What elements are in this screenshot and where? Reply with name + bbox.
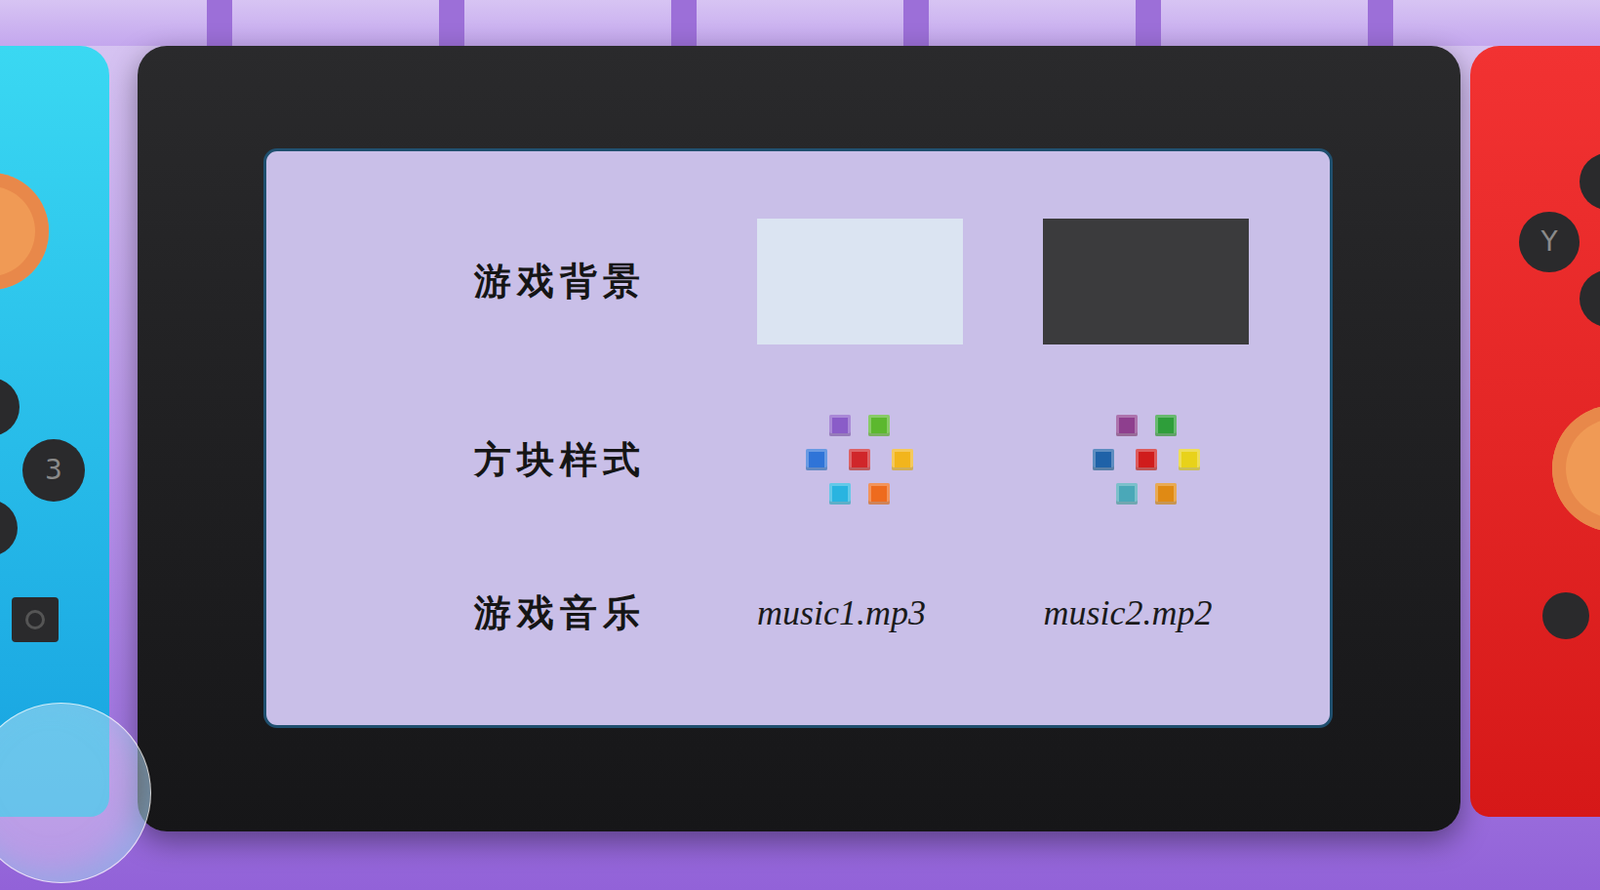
music-option[interactable]: music1.mp3 (757, 586, 926, 640)
block-square (1155, 414, 1177, 437)
backdrop-tiles (0, 0, 1600, 46)
block-square (1116, 482, 1138, 505)
block-square (1178, 448, 1200, 471)
block-square (848, 448, 871, 471)
block-square (805, 448, 828, 471)
block-square (1092, 448, 1115, 471)
right-joycon: Y (1470, 45, 1600, 817)
setting-row: 游戏音乐music1.mp3 music2.mp2 (474, 563, 1330, 662)
capture-button-icon[interactable] (11, 597, 59, 642)
setting-label: 游戏背景 (474, 253, 758, 310)
left-button[interactable]: 3 (22, 439, 85, 502)
setting-row: 方块样式 (474, 391, 1330, 528)
console-bezel: 游戏背景方块样式游戏音乐music1.mp3 music2.mp2 (137, 45, 1461, 832)
button-icon (0, 499, 18, 557)
app: 3 游戏背景方块样式游戏音乐music1.mp3 music2.mp2 Y (0, 0, 1600, 890)
music-option[interactable]: music2.mp2 (1042, 586, 1212, 640)
game-screen: 游戏背景方块样式游戏音乐music1.mp3 music2.mp2 (263, 148, 1333, 728)
block-square (829, 482, 851, 505)
setting-label: 方块样式 (474, 432, 758, 488)
block-square (868, 414, 890, 437)
block-square (829, 414, 851, 437)
right-button[interactable]: Y (1519, 211, 1580, 273)
setting-label: 游戏音乐 (474, 585, 758, 641)
button-icon (1579, 153, 1600, 210)
background-option[interactable] (757, 218, 963, 345)
right-stick-icon (1552, 404, 1600, 532)
left-joycon: 3 (0, 45, 110, 817)
block-style-option[interactable] (1042, 414, 1249, 505)
background-option[interactable] (1042, 218, 1249, 345)
home-button-icon[interactable] (1542, 592, 1590, 640)
block-square (868, 482, 890, 505)
button-icon (1579, 270, 1600, 327)
bubble-icon (0, 702, 152, 883)
block-square (1116, 414, 1138, 437)
left-stick-icon (0, 172, 49, 290)
block-style-option[interactable] (757, 414, 963, 505)
block-square (891, 448, 914, 471)
block-square (1135, 448, 1158, 471)
button-icon (0, 377, 20, 437)
setting-row: 游戏背景 (474, 210, 1330, 352)
block-square (1155, 482, 1177, 505)
